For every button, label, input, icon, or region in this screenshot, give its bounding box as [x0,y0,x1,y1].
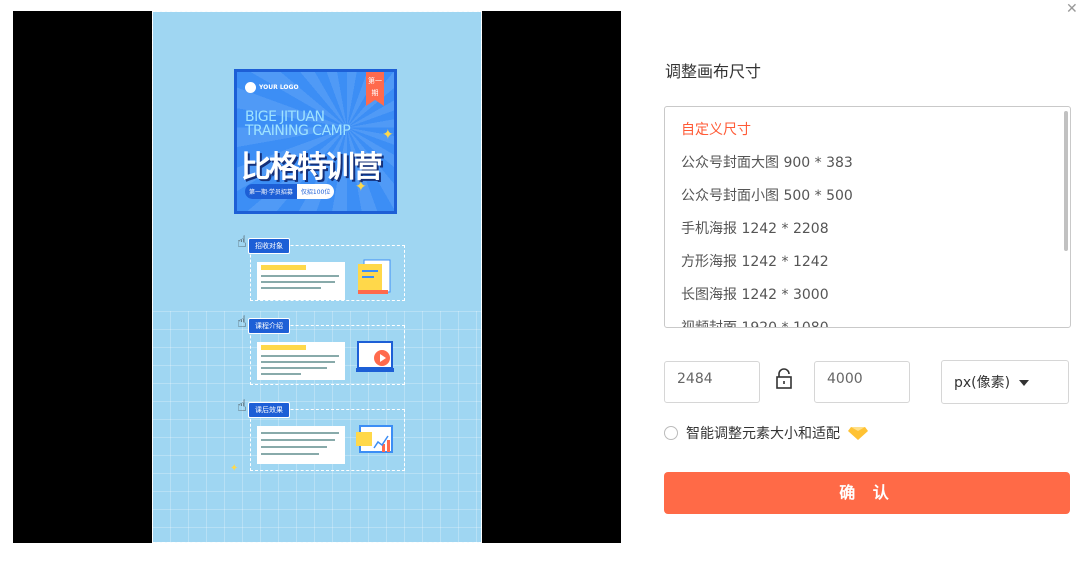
list-scrollbar[interactable] [1064,111,1068,251]
size-option[interactable]: 长图海报 1242 * 3000 [665,279,1060,312]
text-line [261,446,327,448]
dialog-title: 调整画布尺寸 [665,62,762,81]
section-tag: 招收对象 [248,238,290,254]
video-player-illustration-icon [356,341,394,372]
poster-title-en: BIGE JITUAN TRAINING CAMP [245,109,351,139]
poster-header-card[interactable]: YOUR LOGO 第一期 BIGE JITUAN TRAINING CAMP … [234,69,397,214]
hand-icon: ☝ [237,312,247,331]
height-input[interactable]: 4000 [814,361,910,403]
width-input[interactable]: 2484 [664,361,760,403]
poster-subtitle-right: 仅招100位 [296,184,335,199]
chevron-down-icon [1018,380,1029,386]
section-course-intro[interactable]: ☝ 课程介绍 [237,312,405,385]
text-line [261,439,335,441]
text-line [261,281,335,283]
sparkle-icon: ✦ [230,463,239,474]
text-line [261,453,319,455]
sparkle-icon: ✦ [382,127,394,143]
size-option-custom[interactable]: 自定义尺寸 [665,114,1060,147]
hand-icon: ☝ [237,396,247,415]
size-preset-list[interactable]: 自定义尺寸 公众号封面大图 900 * 383 公众号封面小图 500 * 50… [664,106,1071,328]
section-target-audience[interactable]: ☝ 招收对象 [237,232,405,301]
text-line [261,432,339,434]
text-line [261,361,335,363]
poster-title-en-line2: TRAINING CAMP [245,123,351,139]
size-option[interactable]: 公众号封面小图 500 * 500 [665,180,1060,213]
size-option[interactable]: 方形海报 1242 * 1242 [665,246,1060,279]
text-line [261,367,327,369]
size-preset-items: 自定义尺寸 公众号封面大图 900 * 383 公众号封面小图 500 * 50… [665,114,1060,327]
size-option[interactable]: 公众号封面大图 900 * 383 [665,147,1060,180]
size-option[interactable]: 手机海报 1242 * 2208 [665,213,1060,246]
chart-illustration-icon [356,425,393,453]
unit-select-value: px(像素) [954,375,1011,391]
confirm-button[interactable]: 确 认 [664,472,1070,514]
section-results[interactable]: ☝ 课后效果 [237,396,405,471]
text-line [261,373,301,375]
document-illustration-icon [358,259,391,294]
smart-resize-option[interactable]: 智能调整元素大小和适配 [664,423,868,443]
poster-title-en-line1: BIGE JITUAN [245,109,325,125]
sparkle-icon: ✦ [355,179,367,195]
section-tag: 课程介绍 [248,318,290,334]
design-canvas[interactable]: YOUR LOGO 第一期 BIGE JITUAN TRAINING CAMP … [152,11,482,543]
section-text-card [257,342,345,380]
card-highlight-bar [261,345,306,350]
section-text-card [257,426,345,464]
smart-resize-label: 智能调整元素大小和适配 [686,426,840,442]
section-tag: 课后效果 [248,402,290,418]
logo-text: YOUR LOGO [259,84,299,91]
poster-subtitle: 第一期·学员招募 仅招100位 [245,184,335,199]
section-text-card [257,262,345,300]
text-line [261,287,321,289]
unit-select[interactable]: px(像素) [941,360,1069,404]
resize-canvas-dialog: ✕ 调整画布尺寸 自定义尺寸 公众号封面大图 900 * 383 公众号封面小图… [650,0,1080,563]
canvas-preview: YOUR LOGO 第一期 BIGE JITUAN TRAINING CAMP … [13,11,621,543]
hand-icon: ☝ [237,232,247,251]
text-line [261,275,339,277]
poster-subtitle-left: 第一期·学员招募 [245,184,297,199]
smart-resize-checkbox[interactable] [664,426,678,440]
unlock-icon[interactable] [774,368,794,390]
poster-logo: YOUR LOGO [245,82,299,93]
logo-circle-icon [245,82,256,93]
text-line [261,355,339,357]
close-icon[interactable]: ✕ [1066,2,1080,16]
size-option[interactable]: 视频封面 1920 * 1080 [665,312,1060,327]
card-highlight-bar [261,265,306,270]
vip-diamond-icon [848,427,868,440]
